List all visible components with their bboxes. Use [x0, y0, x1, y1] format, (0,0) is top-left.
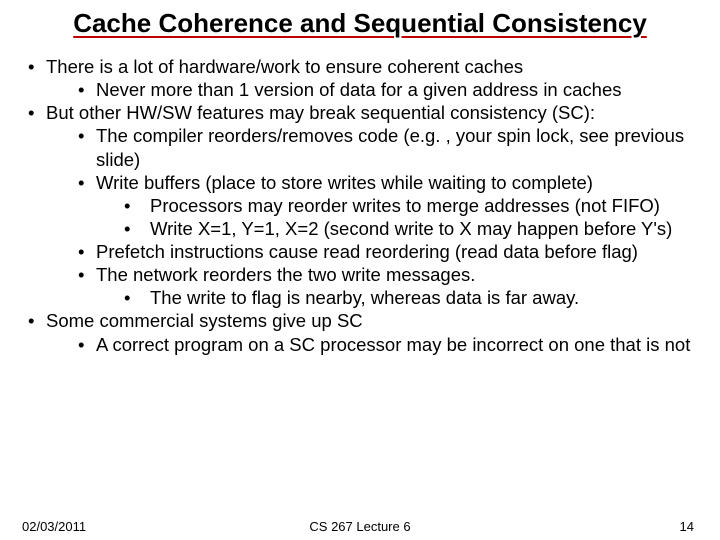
bullet: Processors may reorder writes to merge a… [122, 194, 694, 217]
bullet-text: Processors may reorder writes to merge a… [150, 195, 660, 216]
slide-body: There is a lot of hardware/work to ensur… [0, 41, 720, 356]
bullet-text: The write to flag is nearby, whereas dat… [150, 287, 579, 308]
footer-middle: CS 267 Lecture 6 [0, 519, 720, 534]
bullet: Prefetch instructions cause read reorder… [76, 240, 694, 263]
bullet-text: The network reorders the two write messa… [96, 264, 475, 285]
bullet-text: Prefetch instructions cause read reorder… [96, 241, 638, 262]
bullet: But other HW/SW features may break seque… [26, 101, 694, 309]
bullet: Some commercial systems give up SC A cor… [26, 309, 694, 355]
slide-title: Cache Coherence and Sequential Consisten… [0, 0, 720, 41]
bullet-text: Write X=1, Y=1, X=2 (second write to X m… [150, 218, 672, 239]
bullet-text: A correct program on a SC processor may … [96, 334, 690, 355]
bullet-text: But other HW/SW features may break seque… [46, 102, 595, 123]
bullet: Never more than 1 version of data for a … [76, 78, 694, 101]
bullet-text: Some commercial systems give up SC [46, 310, 363, 331]
footer-page: 14 [680, 519, 694, 534]
bullet: The network reorders the two write messa… [76, 263, 694, 309]
bullet-text: Never more than 1 version of data for a … [96, 79, 621, 100]
bullet-text: There is a lot of hardware/work to ensur… [46, 56, 523, 77]
bullet-text: Write buffers (place to store writes whi… [96, 172, 593, 193]
bullet: The write to flag is nearby, whereas dat… [122, 286, 694, 309]
bullet-text: The compiler reorders/removes code (e.g.… [96, 125, 684, 169]
bullet: The compiler reorders/removes code (e.g.… [76, 124, 694, 170]
slide: Cache Coherence and Sequential Consisten… [0, 0, 720, 540]
bullet: A correct program on a SC processor may … [76, 333, 694, 356]
bullet: There is a lot of hardware/work to ensur… [26, 55, 694, 101]
bullet: Write X=1, Y=1, X=2 (second write to X m… [122, 217, 694, 240]
bullet: Write buffers (place to store writes whi… [76, 171, 694, 240]
